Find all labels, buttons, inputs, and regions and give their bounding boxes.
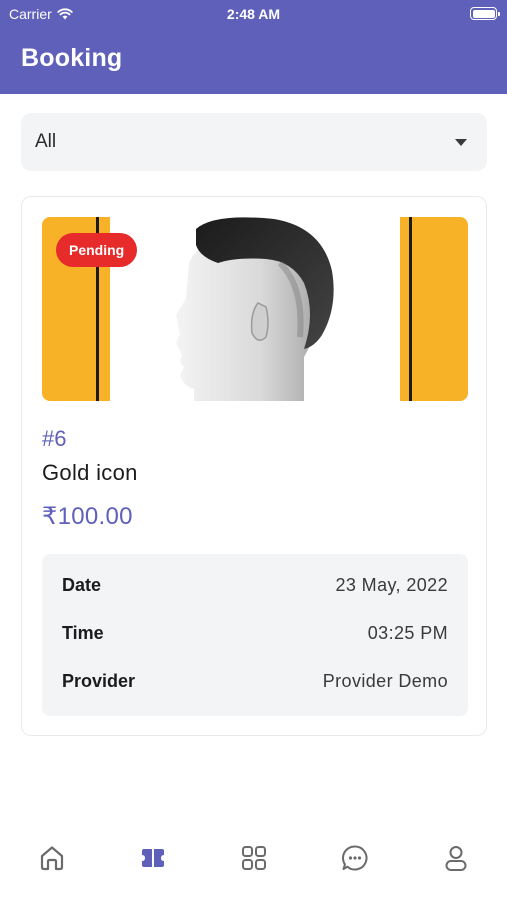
detail-row-date: Date 23 May, 2022 bbox=[62, 575, 448, 599]
tab-categories[interactable] bbox=[234, 838, 274, 878]
tab-profile[interactable] bbox=[436, 838, 476, 878]
booking-details-box: Date 23 May, 2022 Time 03:25 PM Provider… bbox=[42, 554, 468, 716]
battery-icon bbox=[470, 7, 500, 20]
booking-card[interactable]: Pending #6 Gold icon ₹100.00 Date 23 May… bbox=[21, 196, 487, 736]
page-title: Booking bbox=[21, 44, 123, 72]
detail-value: Provider Demo bbox=[322, 671, 448, 691]
detail-label: Time bbox=[62, 623, 104, 643]
detail-label: Provider bbox=[62, 671, 136, 691]
detail-value: 03:25 PM bbox=[367, 623, 448, 643]
profile-icon bbox=[445, 846, 467, 871]
service-image: Pending bbox=[42, 217, 468, 401]
hero-stripe-right bbox=[400, 217, 468, 401]
chat-icon bbox=[342, 845, 368, 871]
categories-icon bbox=[242, 846, 266, 870]
chevron-down-icon bbox=[455, 139, 467, 146]
detail-value: 23 May, 2022 bbox=[335, 575, 448, 595]
status-badge: Pending bbox=[56, 233, 138, 267]
status-time: 2:48 AM bbox=[226, 6, 281, 22]
home-icon bbox=[40, 846, 64, 871]
detail-row-provider: Provider Provider Demo bbox=[62, 671, 448, 695]
detail-row-time: Time 03:25 PM bbox=[62, 623, 448, 647]
tab-home[interactable] bbox=[32, 838, 72, 878]
tab-chat[interactable] bbox=[335, 838, 375, 878]
service-name: Gold icon bbox=[42, 460, 138, 485]
booking-icon bbox=[142, 849, 164, 867]
booking-price: ₹100.00 bbox=[42, 503, 133, 530]
detail-label: Date bbox=[62, 575, 102, 595]
booking-id: #6 bbox=[42, 426, 67, 451]
haircut-head-illustration bbox=[176, 217, 334, 401]
filter-selected-value: All bbox=[35, 131, 57, 152]
bottom-tab-bar bbox=[0, 820, 507, 900]
status-bar: Carrier 2:48 AM bbox=[0, 0, 507, 28]
tab-booking[interactable] bbox=[133, 838, 173, 878]
status-filter-dropdown[interactable]: All bbox=[21, 113, 487, 171]
app-header: Carrier 2:48 AM Booking bbox=[0, 0, 507, 94]
